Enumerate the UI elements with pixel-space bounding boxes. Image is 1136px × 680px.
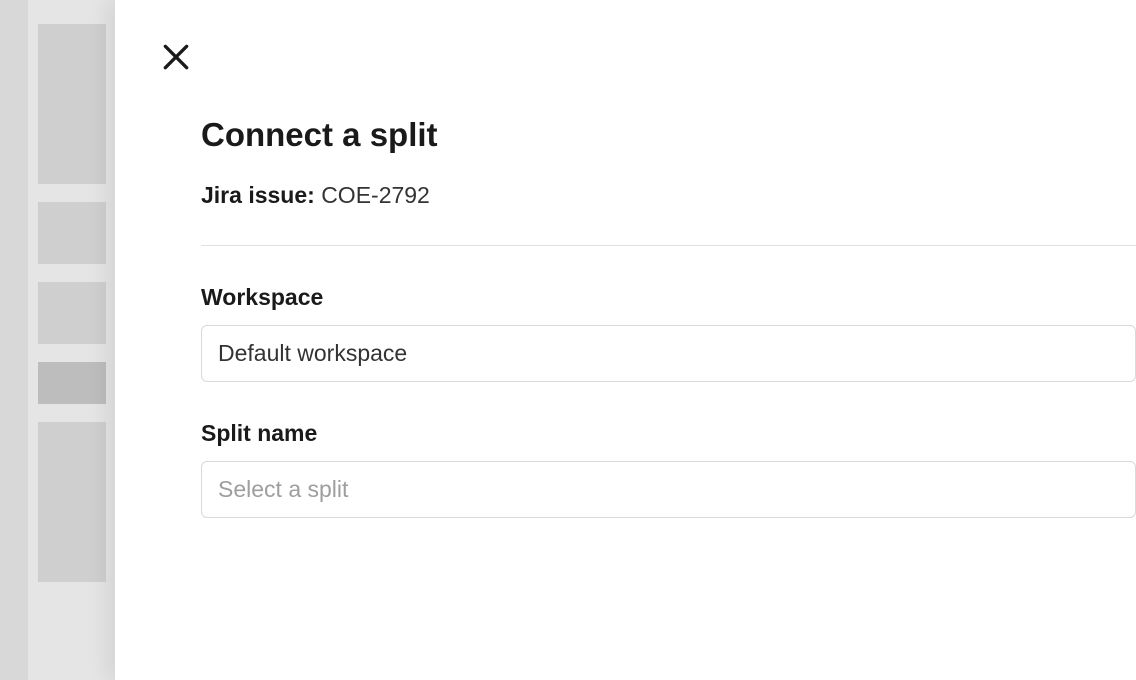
split-name-label: Split name (201, 420, 1136, 447)
split-name-select[interactable]: Select a split (201, 461, 1136, 518)
modal-title: Connect a split (201, 116, 1136, 154)
sidebar-placeholder (38, 422, 106, 582)
jira-issue-value: COE-2792 (321, 182, 430, 208)
connect-split-modal: Connect a split Jira issue: COE-2792 Wor… (115, 0, 1136, 680)
sidebar-placeholder (38, 282, 106, 344)
jira-issue-label: Jira issue: (201, 182, 315, 208)
workspace-label: Workspace (201, 284, 1136, 311)
divider (201, 245, 1136, 246)
modal-content: Connect a split Jira issue: COE-2792 Wor… (201, 116, 1136, 556)
sidebar-placeholder (38, 362, 106, 404)
sidebar-placeholder (38, 24, 106, 184)
sidebar-inner (28, 0, 115, 680)
sidebar-placeholder (38, 202, 106, 264)
close-button[interactable] (155, 36, 197, 78)
workspace-select[interactable]: Default workspace (201, 325, 1136, 382)
close-icon (160, 41, 192, 73)
jira-issue-row: Jira issue: COE-2792 (201, 182, 1136, 209)
sidebar-background (0, 0, 115, 680)
